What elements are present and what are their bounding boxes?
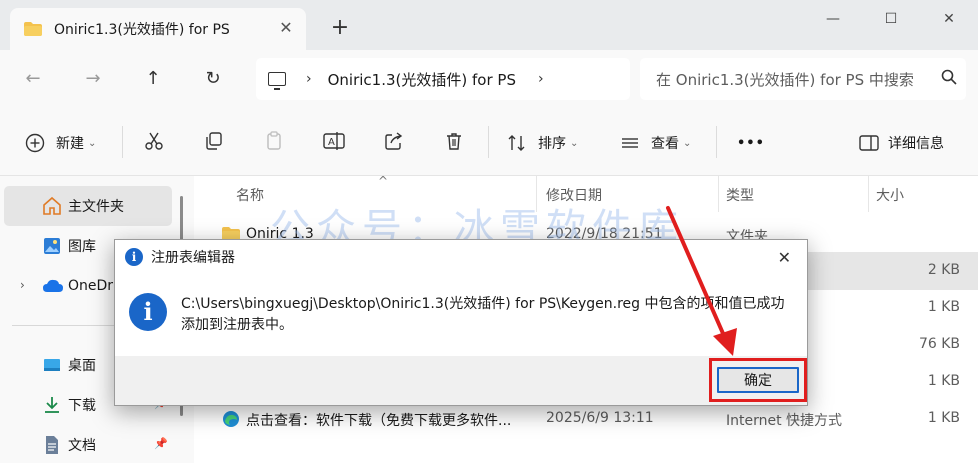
sidebar-item-label: 文档	[68, 438, 96, 454]
search-placeholder: 在 Oniric1.3(光效插件) for PS 中搜索	[656, 70, 914, 89]
sidebar-item-label: 下载	[68, 398, 96, 414]
column-header-size[interactable]: 大小	[876, 185, 904, 205]
refresh-button[interactable]: ↻	[201, 67, 225, 91]
document-icon	[42, 435, 62, 455]
ok-button-highlight: 确定	[709, 358, 807, 402]
file-size: 1 KB	[927, 299, 960, 315]
details-pane-icon	[858, 132, 880, 154]
delete-icon[interactable]	[443, 130, 465, 152]
chevron-down-icon: ⌄	[683, 137, 692, 149]
home-icon	[42, 196, 62, 216]
view-list-icon	[619, 132, 641, 154]
title-bar: Oniric1.3(光效插件) for PS ✕ + — ☐ ✕	[0, 0, 978, 50]
dialog-title: 注册表编辑器	[151, 250, 235, 266]
new-button-label: 新建	[56, 136, 84, 152]
cut-icon[interactable]	[143, 130, 165, 152]
info-icon: i	[125, 248, 143, 266]
sidebar-item-home[interactable]: 主文件夹	[4, 186, 172, 226]
chevron-down-icon: ⌄	[88, 137, 97, 149]
sidebar-item-label: 桌面	[68, 358, 96, 374]
file-size: 1 KB	[927, 410, 960, 426]
details-pane-label: 详细信息	[888, 136, 944, 152]
file-name: 点击查看：软件下载（免费下载更多软件...	[246, 413, 512, 429]
edge-browser-icon	[222, 410, 240, 428]
plus-circle-icon	[24, 132, 46, 154]
paste-icon[interactable]	[263, 130, 285, 152]
command-bar: 新建 ⌄ A 排序 ⌄ 查看 ⌄ ••• 详细信息	[0, 108, 978, 176]
column-header-type[interactable]: 类型	[726, 185, 754, 205]
new-button[interactable]: 新建 ⌄	[24, 130, 96, 156]
details-pane-button[interactable]: 详细信息	[858, 130, 944, 156]
search-icon[interactable]	[932, 69, 966, 89]
file-size: 2 KB	[927, 262, 960, 278]
chevron-right-icon[interactable]: ›	[538, 71, 544, 87]
computer-icon	[268, 72, 286, 90]
share-icon[interactable]	[383, 130, 405, 152]
tab-current-folder[interactable]: Oniric1.3(光效插件) for PS ✕	[10, 8, 306, 50]
svg-text:A: A	[328, 137, 335, 148]
column-divider[interactable]	[718, 176, 719, 212]
toolbar-divider	[716, 126, 717, 158]
address-bar: ← → ↑ ↻ › Oniric1.3(光效插件) for PS › 在 Oni…	[0, 50, 978, 108]
more-options-button[interactable]: •••	[737, 130, 765, 156]
close-window-button[interactable]: ✕	[934, 8, 964, 30]
sort-icon	[506, 132, 528, 154]
column-divider[interactable]	[536, 176, 537, 212]
new-tab-button[interactable]: +	[329, 17, 351, 39]
maximize-button[interactable]: ☐	[876, 8, 906, 30]
sidebar-item-label: 主文件夹	[68, 199, 124, 215]
pin-icon[interactable]: 📌	[154, 437, 168, 450]
breadcrumb-current[interactable]: Oniric1.3(光效插件) for PS	[328, 69, 516, 90]
view-button-label: 查看	[651, 136, 679, 152]
desktop-icon	[42, 355, 62, 375]
view-button[interactable]: 查看 ⌄	[619, 130, 691, 156]
column-divider[interactable]	[868, 176, 869, 212]
search-input[interactable]: 在 Oniric1.3(光效插件) for PS 中搜索	[640, 58, 966, 100]
gallery-icon	[42, 236, 62, 256]
download-icon	[42, 395, 62, 415]
sort-button-label: 排序	[538, 136, 566, 152]
chevron-down-icon: ⌄	[570, 137, 579, 149]
sidebar-item-label: 图库	[68, 239, 96, 255]
dialog-close-icon[interactable]: ✕	[778, 248, 791, 267]
sort-ascending-icon: ^	[378, 174, 389, 188]
chevron-right-icon[interactable]: ›	[20, 278, 25, 292]
file-type: Internet 快捷方式	[726, 413, 843, 429]
chevron-right-icon[interactable]: ›	[306, 71, 312, 87]
file-size: 76 KB	[918, 336, 960, 352]
up-button[interactable]: ↑	[141, 67, 165, 91]
copy-icon[interactable]	[203, 130, 225, 152]
info-icon: i	[129, 293, 167, 331]
cloud-icon	[42, 276, 63, 296]
registry-editor-dialog: i 注册表编辑器 ✕ i C:\Users\bingxuegj\Desktop\…	[114, 239, 808, 406]
file-size: 1 KB	[927, 373, 960, 389]
forward-button[interactable]: →	[81, 67, 105, 91]
column-header-name[interactable]: 名称	[236, 185, 264, 205]
toolbar-divider	[488, 126, 489, 158]
tab-title: Oniric1.3(光效插件) for PS	[54, 22, 230, 38]
column-header-modified[interactable]: 修改日期	[546, 185, 602, 205]
dialog-body: i C:\Users\bingxuegj\Desktop\Oniric1.3(光…	[115, 274, 807, 356]
sort-button[interactable]: 排序 ⌄	[506, 130, 578, 156]
back-button[interactable]: ←	[21, 67, 45, 91]
rename-icon[interactable]: A	[323, 130, 345, 152]
path-field[interactable]: › Oniric1.3(光效插件) for PS ›	[256, 58, 630, 100]
dialog-title-bar[interactable]: i 注册表编辑器 ✕	[115, 240, 807, 274]
tab-close-icon[interactable]: ✕	[278, 20, 294, 36]
dialog-message: C:\Users\bingxuegj\Desktop\Oniric1.3(光效插…	[181, 296, 785, 333]
folder-icon	[24, 22, 42, 36]
ok-button[interactable]: 确定	[717, 367, 799, 393]
toolbar-divider	[122, 126, 123, 158]
sidebar-item-documents[interactable]: 文档 📌	[4, 425, 172, 463]
file-modified: 2025/6/9 13:11	[546, 410, 654, 426]
minimize-button[interactable]: —	[818, 8, 848, 30]
